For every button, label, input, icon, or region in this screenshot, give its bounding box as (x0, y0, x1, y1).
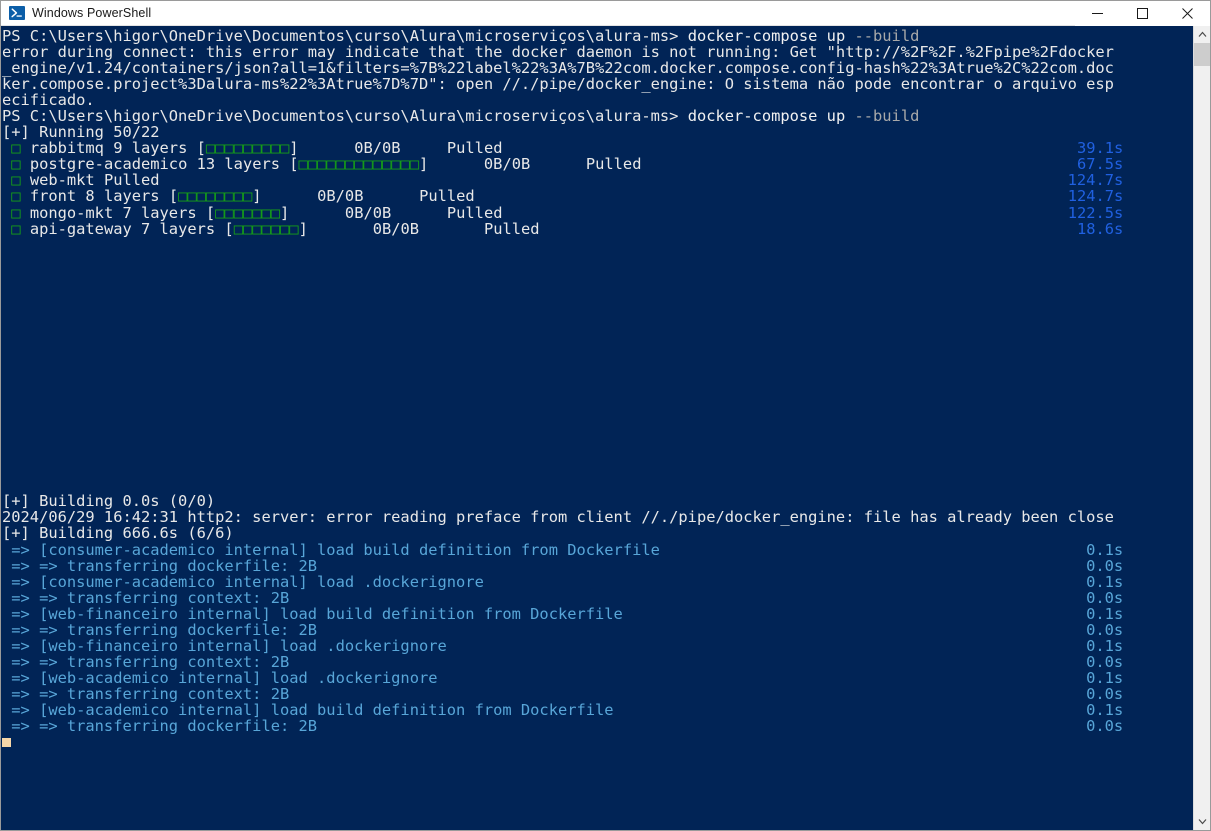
prompt-command: docker-compose up (687, 107, 855, 126)
service-row: □ mongo-mkt 7 layers [□□□□□□□] 0B/0B Pul… (2, 204, 1193, 221)
build-step-row: => [web-financeiro internal] load build … (2, 606, 1193, 622)
service-status: Pulled (483, 219, 540, 238)
prompt-line-1: PS C:\Users\higor\OneDrive\Documentos\cu… (2, 28, 1193, 44)
build-step-row: => [web-financeiro internal] load .docke… (2, 638, 1193, 654)
build-step-row: => [web-academico internal] load .docker… (2, 670, 1193, 686)
powershell-icon (9, 5, 25, 21)
building-header-2: [+] Building 666.6s (6/6) (2, 525, 1193, 541)
scroll-down-arrow-icon[interactable] (1194, 813, 1210, 830)
build-step-row: => => transferring dockerfile: 2B 0.0s (2, 622, 1193, 638)
maximize-button[interactable] (1120, 1, 1165, 26)
service-time: 18.6s (1076, 219, 1124, 238)
build-step-row: => => transferring dockerfile: 2B 0.0s (2, 558, 1193, 574)
error-line-1: error during connect: this error may ind… (2, 44, 1193, 60)
http2-error-line: 2024/06/29 16:42:31 http2: server: error… (2, 509, 1193, 525)
scroll-up-arrow-icon[interactable] (1194, 26, 1210, 43)
window-controls (1075, 1, 1210, 26)
build-step-row: => => transferring dockerfile: 2B 0.0s (2, 718, 1193, 734)
build-step-time: 0.0s (1086, 717, 1124, 736)
prompt-flag: --build (854, 107, 920, 126)
build-step-row: => [web-academico internal] load build d… (2, 702, 1193, 718)
build-step-row: => [consumer-academico internal] load bu… (2, 541, 1193, 558)
service-row: □ rabbitmq 9 layers [□□□□□□□□□] 0B/0B Pu… (2, 140, 1193, 156)
service-check-icon: □ (2, 219, 21, 238)
window-title: Windows PowerShell (32, 6, 152, 20)
build-step-row: => => transferring context: 2B 0.0s (2, 686, 1193, 702)
build-step-row: => [consumer-academico internal] load .d… (2, 574, 1193, 590)
powershell-window: Windows PowerShell PS C:\Users\higor\One… (0, 0, 1211, 831)
text-cursor (2, 738, 12, 748)
service-row: □ front 8 layers [□□□□□□□□] 0B/0B Pulled… (2, 188, 1193, 204)
error-line-2: _engine/v1.24/containers/json?all=1&filt… (2, 60, 1193, 76)
minimize-button[interactable] (1075, 1, 1120, 26)
build-step-text: => => transferring dockerfile: 2B (2, 717, 318, 736)
titlebar[interactable]: Windows PowerShell (1, 1, 1210, 26)
prompt-line-2: PS C:\Users\higor\OneDrive\Documentos\cu… (2, 108, 1193, 124)
service-row: □ api-gateway 7 layers [□□□□□□□] 0B/0B P… (2, 221, 1193, 237)
error-line-4: ecificado. (2, 92, 1193, 108)
progress-blocks: □□□□□□□ (233, 219, 299, 238)
terminal-output-area[interactable]: PS C:\Users\higor\OneDrive\Documentos\cu… (1, 26, 1193, 830)
progress-bracket-open: [ (224, 219, 234, 238)
running-header: [+] Running 50/22 (2, 124, 1193, 140)
scrollbar-thumb[interactable] (1194, 43, 1210, 66)
building-header-1: [+] Building 0.0s (0/0) (2, 493, 1193, 509)
service-name: api-gateway 7 layers (20, 219, 225, 238)
close-button[interactable] (1165, 1, 1210, 26)
service-row: □ postgre-academico 13 layers [□□□□□□□□□… (2, 156, 1193, 172)
vertical-scrollbar[interactable] (1193, 26, 1210, 830)
service-row: □ web-mkt Pulled 124.7s (2, 172, 1193, 188)
build-step-row: => => transferring context: 2B 0.0s (2, 654, 1193, 670)
progress-bracket-close: ] (298, 219, 308, 238)
error-line-3: ker.compose.project%3Dalura-ms%22%3Atrue… (2, 76, 1193, 92)
cursor-line (2, 734, 1193, 750)
service-size: 0B/0B (372, 219, 420, 238)
build-step-row: => => transferring context: 2B 0.0s (2, 590, 1193, 606)
error-text: ker.compose.project%3Dalura-ms%22%3Atrue… (2, 75, 1114, 94)
scrollbar-track[interactable] (1194, 66, 1210, 813)
